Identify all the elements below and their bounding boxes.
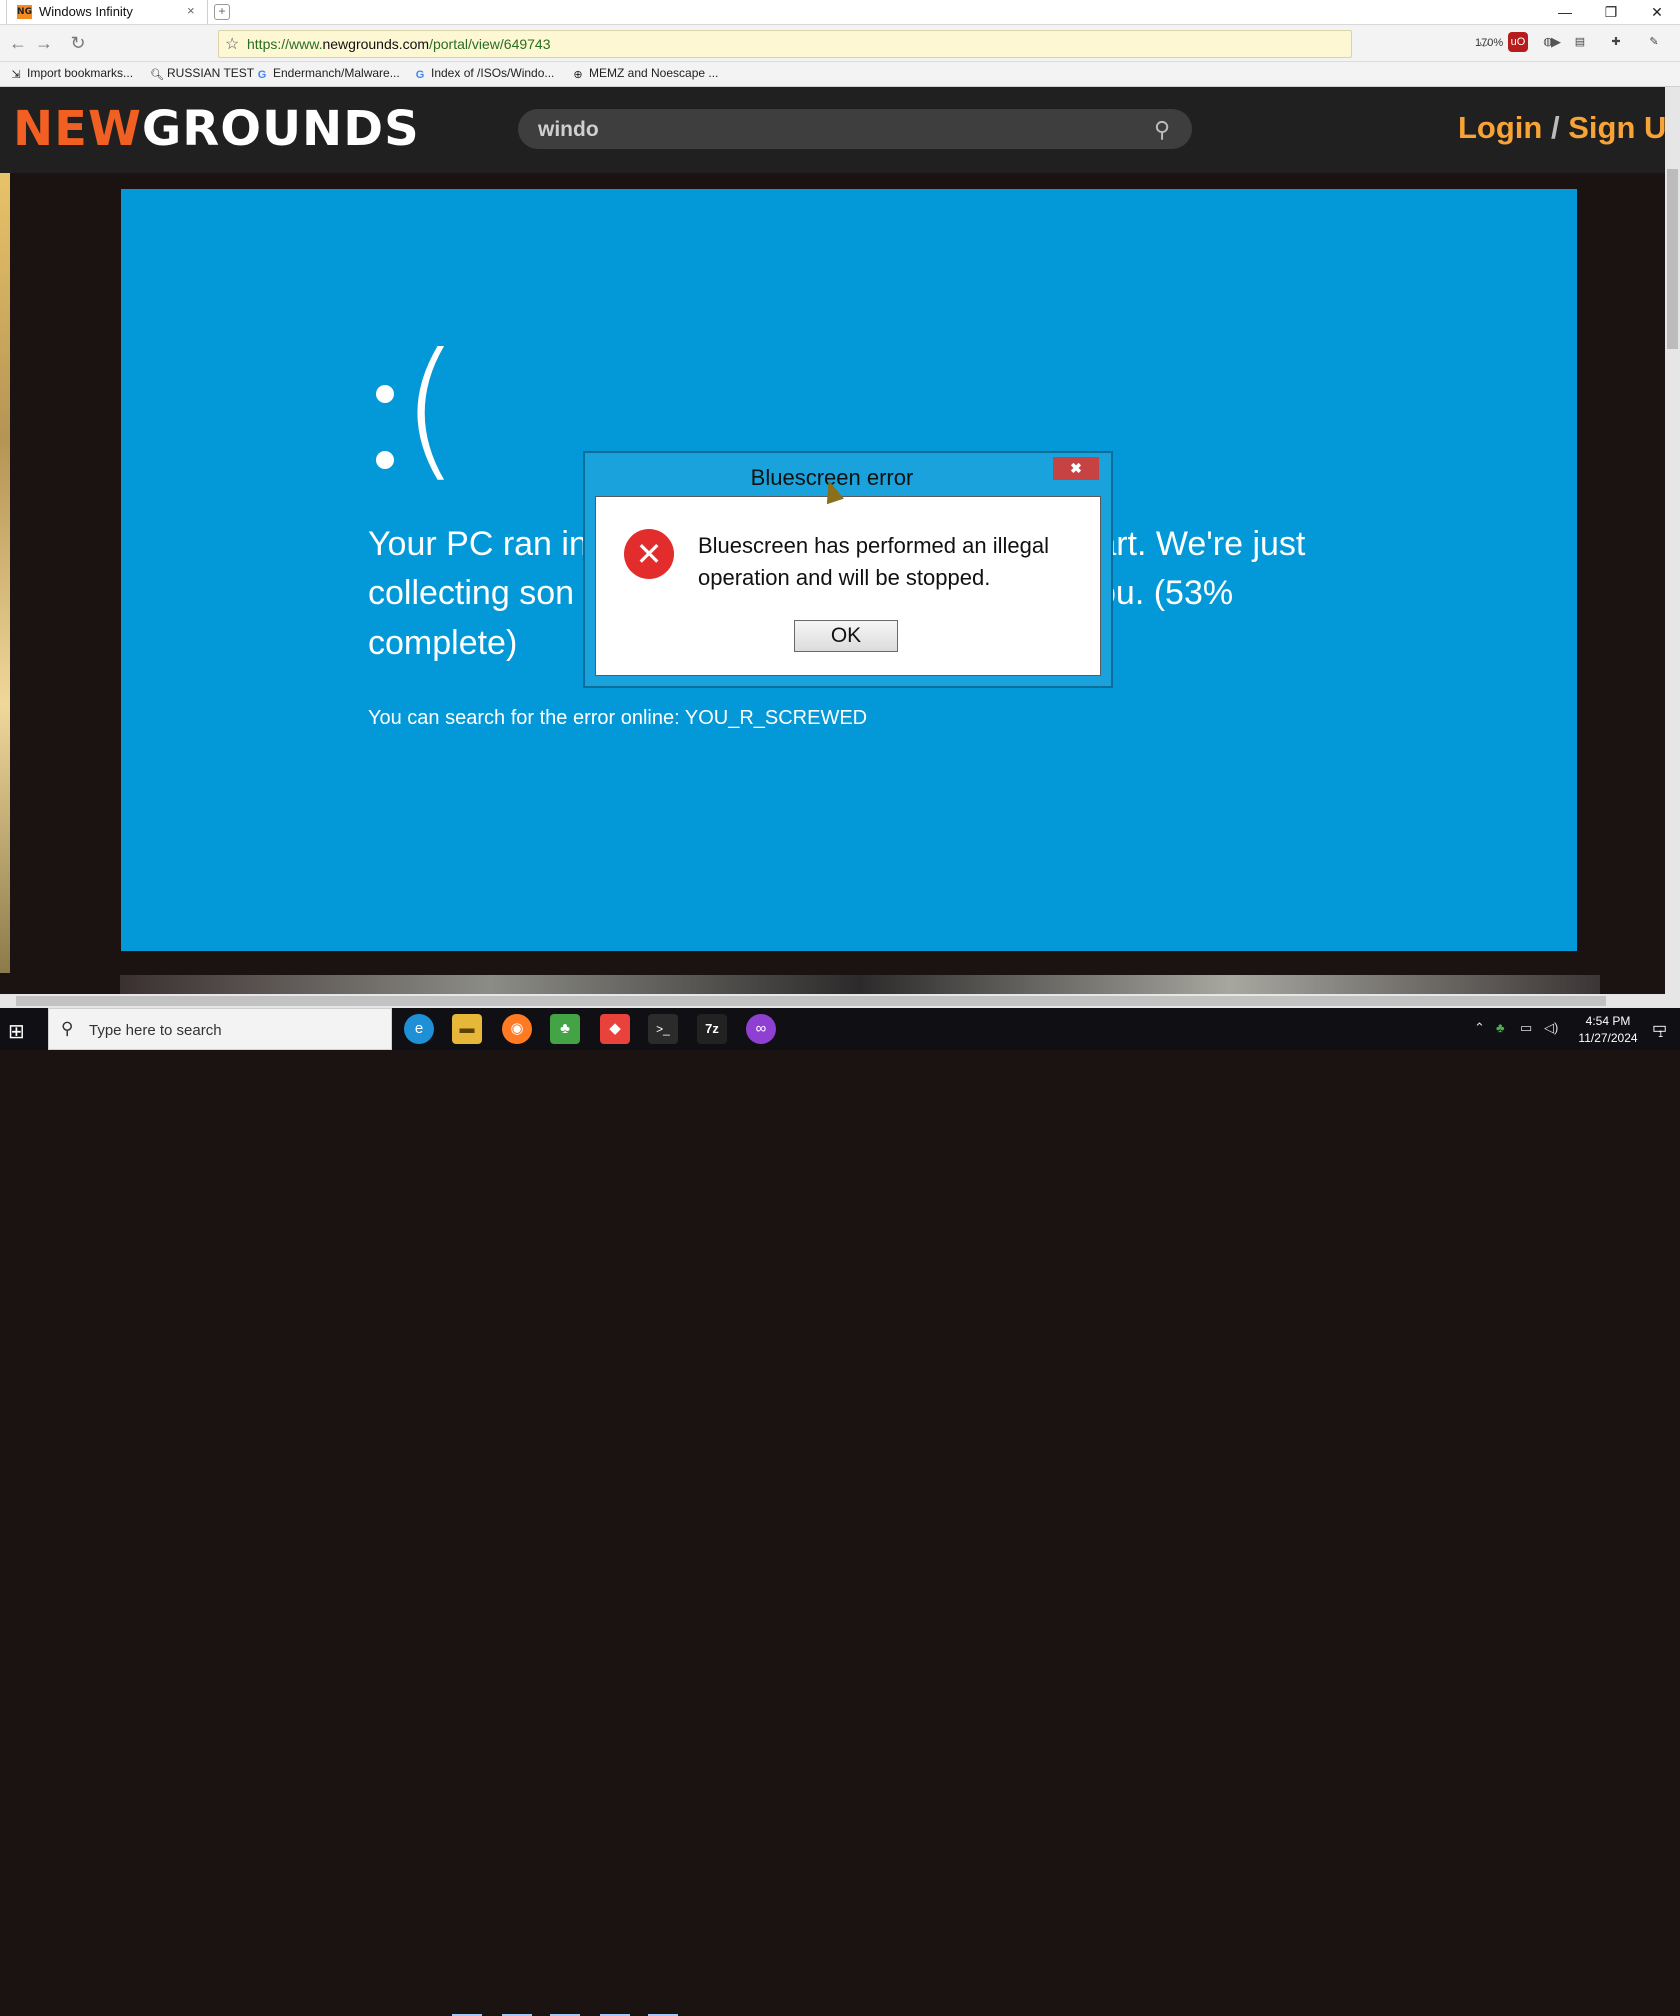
login-link[interactable]: Login <box>1458 110 1542 145</box>
ublock-icon[interactable]: uO <box>1508 32 1528 52</box>
address-bar[interactable]: ☆ https://www.newgrounds.com/portal/view… <box>218 30 1561 58</box>
url-text[interactable]: https://www.newgrounds.com/portal/view/6… <box>247 36 551 52</box>
purple-app-icon[interactable]: ∞ <box>746 1014 776 1044</box>
url-path: /portal/view/649743 <box>429 36 551 52</box>
green-app-icon[interactable]: ♣ <box>550 1014 580 1044</box>
reload-icon[interactable]: ↻ <box>68 33 88 53</box>
browser-tab[interactable]: NG Windows Infinity × <box>6 0 208 24</box>
search-icon[interactable]: ⚲ <box>1154 117 1170 143</box>
bookmarks-bar: ⇲ Import bookmarks... 🔍︎ RUSSIAN TEST G End… <box>0 62 1680 87</box>
bluescreen-error-dialog: Bluescreen error ✖ ✕ Bluescreen has perf… <box>583 451 1113 688</box>
tray-app-icon[interactable]: ♣ <box>1496 1020 1505 1035</box>
bookmark-star-icon[interactable]: ☆ <box>225 34 239 54</box>
horizontal-scrollbar-thumb[interactable] <box>16 996 1606 1006</box>
taskbar-search-placeholder: Type here to search <box>89 1022 222 1039</box>
windows-start-icon[interactable]: ⊞ <box>8 1019 25 1044</box>
minimize-button[interactable]: — <box>1550 2 1580 22</box>
url-host: newgrounds.com <box>322 36 430 52</box>
vertical-scrollbar[interactable] <box>1665 87 1680 997</box>
background-art-bottom <box>120 975 1600 994</box>
globe-icon: ⊕ <box>573 69 583 81</box>
bookmark-memz[interactable]: ⊕ MEMZ and Noescape ... <box>572 66 718 81</box>
site-search-value: windo <box>538 118 599 141</box>
taskbar-search-box[interactable]: ⚲ Type here to search <box>48 1008 392 1050</box>
pocket-icon[interactable]: ◡ <box>1474 32 1494 52</box>
clock-date[interactable]: 11/27/2024 <box>1576 1031 1640 1045</box>
background-art-left <box>0 173 10 973</box>
search-icon: ⚲ <box>61 1019 74 1038</box>
newgrounds-favicon-icon: NG <box>17 5 32 19</box>
windows-taskbar: ⊞ ⚲ Type here to search e ▬ ◉ ♣ ◆ >_ 7z … <box>0 1008 1680 2016</box>
bookmark-import[interactable]: ⇲ Import bookmarks... <box>10 66 133 81</box>
7zip-icon[interactable]: 7z <box>697 1014 727 1044</box>
file-explorer-icon[interactable]: ▬ <box>452 1014 482 1044</box>
network-icon[interactable]: ▭ <box>1520 1020 1532 1036</box>
volume-icon[interactable]: ◁) <box>1544 1020 1558 1036</box>
login-signup: Login / Sign U <box>1458 110 1667 145</box>
newgrounds-header: NEWGROUNDS windo ⚲ Login / Sign U <box>0 87 1667 173</box>
dialog-body: ✕ Bluescreen has performed an illegal op… <box>595 496 1101 676</box>
bsod-search-hint: You can search for the error online: YOU… <box>368 707 868 729</box>
ok-button[interactable]: OK <box>794 620 898 652</box>
anydesk-icon[interactable]: ◆ <box>600 1014 630 1044</box>
bookmark-russian-test[interactable]: 🔍︎ RUSSIAN TEST <box>150 66 254 81</box>
close-window-button[interactable]: ✕ <box>1642 2 1672 22</box>
error-x-icon: ✕ <box>624 529 674 579</box>
notification-count: 1 <box>1658 1029 1664 1039</box>
restore-button[interactable]: ❐ <box>1596 2 1626 22</box>
google-icon: G <box>415 69 425 81</box>
bookmark-endermanch[interactable]: G Endermanch/Malware... <box>256 66 400 81</box>
dialog-message-line2: operation and will be stopped. <box>698 565 991 590</box>
page-menu-icon[interactable]: ▤ <box>1570 32 1590 52</box>
import-icon: ⇲ <box>11 69 21 81</box>
google-icon: G <box>257 69 267 81</box>
horizontal-scrollbar[interactable] <box>0 994 1680 1008</box>
forward-arrow-icon[interactable]: → <box>34 33 54 53</box>
url-scheme: https://www. <box>247 36 323 52</box>
firefox-icon[interactable]: ◉ <box>502 1014 532 1044</box>
terminal-icon[interactable]: >_ <box>648 1014 678 1044</box>
system-tray: ⌃ ♣ ▭ ◁) 4:54 PM 11/27/2024 ▭1 <box>1466 1008 1680 1050</box>
dialog-message-line1: Bluescreen has performed an illegal <box>698 533 1049 558</box>
sad-face-mouth: ( <box>401 322 460 496</box>
search-icon: 🔍︎ <box>150 69 164 81</box>
tools-wrench-icon[interactable]: ✎ <box>1644 32 1664 52</box>
extension-globe-icon[interactable]: ◍ <box>1538 32 1558 52</box>
bookmark-index-isos[interactable]: G Index of /ISOs/Windo... <box>414 66 555 81</box>
browser-titlebar: NG Windows Infinity × + — ❐ ✕ <box>0 0 1680 25</box>
new-tab-button[interactable]: + <box>214 4 230 20</box>
edge-icon[interactable]: e <box>404 1014 434 1044</box>
sad-face-eye <box>376 385 394 403</box>
newgrounds-logo[interactable]: NEWGROUNDS <box>13 101 420 157</box>
clock-time[interactable]: 4:54 PM <box>1576 1014 1640 1028</box>
browser-navbar: ← → ↻ ☆ https://www.newgrounds.com/porta… <box>0 25 1680 62</box>
tab-title: Windows Infinity <box>39 4 133 19</box>
notification-center-icon[interactable]: ▭1 <box>1652 1018 1672 1039</box>
site-search-input[interactable]: windo ⚲ <box>518 109 1192 149</box>
bsod-message-line3: complete) <box>368 624 518 662</box>
tab-close-icon[interactable]: × <box>187 3 195 18</box>
back-arrow-icon[interactable]: ← <box>8 33 28 53</box>
dialog-close-button[interactable]: ✖ <box>1053 457 1099 480</box>
tray-expand-icon[interactable]: ⌃ <box>1474 1020 1485 1036</box>
sad-face-eye <box>376 451 394 469</box>
vertical-scrollbar-thumb[interactable] <box>1667 169 1678 349</box>
signup-link[interactable]: Sign U <box>1568 110 1666 145</box>
puzzle-icon[interactable]: ✚ <box>1606 32 1626 52</box>
